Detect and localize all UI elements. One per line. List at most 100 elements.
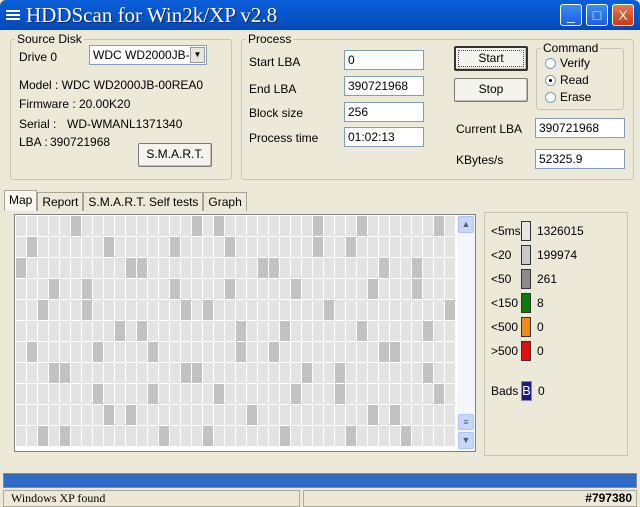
map-block [137, 300, 147, 320]
map-block [247, 279, 257, 299]
radio-selected-icon [545, 74, 556, 86]
map-block [291, 405, 301, 425]
map-block [159, 237, 169, 257]
map-block [302, 342, 312, 362]
map-block [401, 321, 411, 341]
map-block [60, 279, 70, 299]
tab-report[interactable]: Report [37, 192, 84, 211]
map-block [38, 321, 48, 341]
radio-icon [545, 91, 556, 103]
close-button[interactable]: X [612, 4, 634, 26]
map-block [137, 258, 147, 278]
map-block [159, 300, 169, 320]
model-text: Model : WDC WD2000JB-00REA0 [19, 78, 204, 92]
chevron-down-icon[interactable]: ▼ [190, 47, 205, 63]
map-block [181, 237, 191, 257]
legend-swatch [521, 317, 531, 337]
map-block [280, 342, 290, 362]
map-block [159, 426, 169, 446]
map-block [302, 426, 312, 446]
map-block [247, 216, 257, 236]
tab-smart-self-tests[interactable]: S.M.A.R.T. Self tests [83, 192, 204, 211]
map-block [379, 405, 389, 425]
map-block [379, 342, 389, 362]
map-block [16, 405, 26, 425]
map-block [137, 216, 147, 236]
map-block [203, 426, 213, 446]
map-block [82, 321, 92, 341]
map-block [126, 216, 136, 236]
map-block [93, 363, 103, 383]
map-block [291, 258, 301, 278]
map-block [313, 384, 323, 404]
map-block [434, 426, 444, 446]
map-block [247, 300, 257, 320]
map-block [115, 321, 125, 341]
start-lba-input[interactable]: 0 [344, 50, 424, 70]
map-block [159, 405, 169, 425]
scroll-up-icon[interactable]: ▲ [458, 216, 474, 233]
bad-block-icon: B [521, 381, 532, 401]
smart-button[interactable]: S.M.A.R.T. [138, 143, 212, 167]
stop-button[interactable]: Stop [454, 78, 528, 102]
map-block [115, 279, 125, 299]
map-block [49, 237, 59, 257]
maximize-button[interactable]: □ [586, 4, 608, 26]
map-block [313, 216, 323, 236]
map-block [313, 279, 323, 299]
radio-read[interactable]: Read [545, 73, 589, 87]
map-block [346, 426, 356, 446]
map-scrollbar[interactable]: ▲ ≡ ▼ [457, 215, 475, 451]
map-block [60, 384, 70, 404]
end-lba-input[interactable]: 390721968 [344, 76, 424, 96]
block-size-input[interactable]: 256 [344, 102, 424, 122]
map-block [126, 384, 136, 404]
map-block [412, 321, 422, 341]
source-disk-legend: Source Disk [17, 32, 82, 46]
map-block [148, 321, 158, 341]
map-block [71, 300, 81, 320]
map-block [236, 237, 246, 257]
map-block [170, 426, 180, 446]
map-block [203, 237, 213, 257]
scroll-thumb[interactable]: ≡ [458, 414, 474, 430]
legend-row: >500 0 [491, 341, 544, 361]
map-block [280, 300, 290, 320]
map-block [49, 216, 59, 236]
map-block [412, 384, 422, 404]
drive-select-value: WDC WD2000JB-0( [93, 48, 201, 62]
map-block [324, 216, 334, 236]
map-block [302, 363, 312, 383]
system-menu-icon[interactable] [6, 10, 20, 20]
drive-select[interactable]: WDC WD2000JB-0( ▼ [89, 45, 207, 65]
radio-verify[interactable]: Verify [545, 56, 590, 70]
map-block [181, 279, 191, 299]
map-block [269, 342, 279, 362]
map-block [203, 384, 213, 404]
minimize-button[interactable]: _ [560, 4, 582, 26]
map-block [335, 258, 345, 278]
legend-row: <5ms 1326015 [491, 221, 584, 241]
tab-map[interactable]: Map [4, 190, 38, 211]
map-block [181, 321, 191, 341]
map-block [225, 279, 235, 299]
map-block [192, 384, 202, 404]
map-block [203, 342, 213, 362]
map-block [412, 426, 422, 446]
start-button[interactable]: Start [454, 46, 528, 71]
map-block [335, 342, 345, 362]
legend-panel: <5ms 1326015 <20 199974 <50 261 <150 8 <500 0 >500… [484, 212, 628, 456]
radio-erase[interactable]: Erase [545, 90, 591, 104]
map-block [368, 216, 378, 236]
map-block [137, 384, 147, 404]
map-block [445, 300, 455, 320]
tab-graph[interactable]: Graph [203, 192, 247, 211]
scroll-down-icon[interactable]: ▼ [458, 432, 474, 449]
map-block [280, 216, 290, 236]
map-block [258, 300, 268, 320]
map-block [104, 405, 114, 425]
map-block [38, 279, 48, 299]
legend-bads: Bads B 0 [491, 381, 545, 401]
map-block [324, 321, 334, 341]
map-block [38, 405, 48, 425]
